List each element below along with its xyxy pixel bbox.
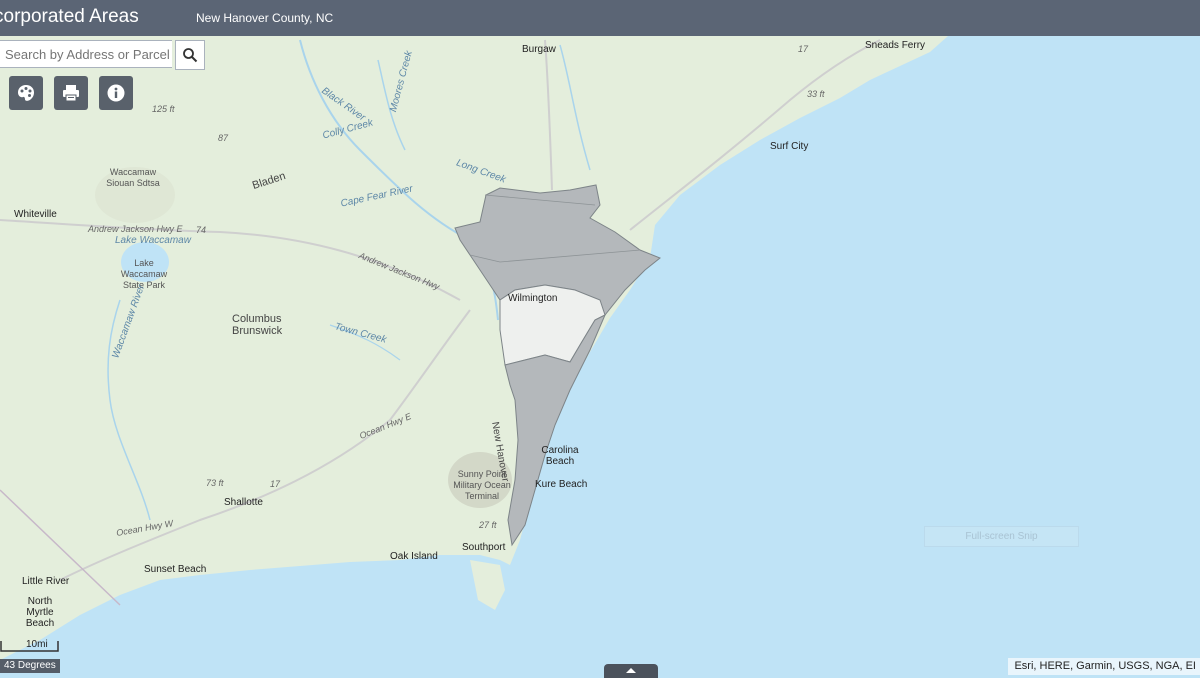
label-sneads-ferry: Sneads Ferry [865, 40, 926, 51]
label-ajh-1: Andrew Jackson Hwy E [88, 224, 183, 234]
label-elev-125: 125 ft [152, 104, 175, 114]
label-elev-73: 73 ft [206, 478, 224, 488]
label-north-myrtle-beach: North Myrtle Beach [25, 596, 55, 629]
label-elev-27: 27 ft [479, 520, 497, 530]
print-button[interactable] [54, 76, 88, 110]
print-icon [63, 85, 79, 102]
label-surf-city: Surf City [770, 141, 809, 152]
coordinate-readout: 43 Degrees [0, 659, 60, 673]
land-tail [470, 560, 505, 610]
label-route-17a: 17 [798, 44, 809, 54]
app-title: corporated Areas [0, 6, 139, 27]
label-southport: Southport [462, 542, 506, 553]
label-route-74: 74 [196, 225, 207, 235]
panel-expand-handle[interactable] [604, 664, 658, 678]
search-icon [183, 48, 198, 63]
app-header: corporated Areas New Hanover County, NC [0, 0, 1200, 36]
label-brunswick: Brunswick [232, 325, 283, 337]
map-attribution: Esri, HERE, Garmin, USGS, NGA, EI [1008, 658, 1200, 675]
label-lake-waccamaw: Lake Waccamaw [115, 235, 191, 246]
label-elev-33: 33 ft [807, 89, 825, 99]
label-carolina-beach: Carolina Beach [541, 445, 579, 467]
full-screen-snip-overlay: Full-screen Snip [924, 526, 1079, 547]
label-shallotte: Shallotte [224, 497, 263, 508]
search-box [0, 40, 208, 70]
label-whiteville: Whiteville [14, 209, 57, 220]
basemap-gallery-icon [18, 85, 34, 101]
chevron-up-icon [626, 668, 636, 673]
label-elev-87: 87 [218, 133, 229, 143]
label-waccamaw-siouan: Waccamaw Siouan Sdtsa [106, 167, 160, 188]
map-view[interactable]: Burgaw Sneads Ferry Surf City Whiteville… [0, 36, 1200, 675]
info-button[interactable] [99, 76, 133, 110]
label-wilmington: Wilmington [508, 293, 558, 304]
app-subtitle: New Hanover County, NC [196, 11, 334, 25]
label-columbus: Columbus [232, 313, 282, 325]
label-burgaw: Burgaw [522, 44, 556, 55]
search-button[interactable] [175, 40, 205, 70]
label-oak-island: Oak Island [390, 551, 438, 562]
basemap-gallery-button[interactable] [9, 76, 43, 110]
label-sunset-beach: Sunset Beach [144, 564, 207, 575]
basemap [0, 36, 948, 660]
info-icon [107, 84, 125, 102]
search-input[interactable] [0, 40, 172, 68]
label-kure-beach: Kure Beach [535, 479, 588, 490]
label-sunny-point: Sunny Point Military Ocean Terminal [453, 469, 511, 501]
label-little-river: Little River [22, 576, 70, 587]
scale-bar: 10mi [0, 639, 60, 653]
label-route-17b: 17 [270, 479, 281, 489]
scale-label: 10mi [26, 639, 48, 650]
